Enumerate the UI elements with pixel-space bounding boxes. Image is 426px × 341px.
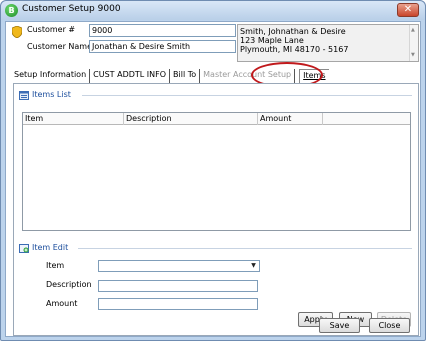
shield-icon (12, 26, 22, 38)
list-icon (19, 91, 29, 100)
tab-bar: Setup Information CUST ADDTL INFO Bill T… (11, 69, 329, 83)
description-field[interactable] (98, 280, 258, 292)
address-line: 123 Maple Lane (240, 36, 304, 45)
chevron-down-icon[interactable]: ▼ (249, 261, 258, 270)
items-tab-panel: Items List Item Description Amount Item … (13, 83, 419, 336)
tab-items[interactable]: Items (299, 69, 329, 83)
items-grid-header: Item Description Amount (23, 113, 410, 125)
item-label: Item (46, 261, 65, 270)
items-list-heading: Items List (32, 90, 71, 99)
window-close-button[interactable]: ✕ (397, 3, 419, 17)
tab-setup-information[interactable]: Setup Information (11, 69, 91, 83)
scroll-up-icon[interactable]: ▲ (411, 26, 415, 35)
tab-master-account-setup: Master Account Setup (200, 69, 296, 83)
customer-number-field[interactable]: 9000 (89, 24, 236, 37)
app-icon: B (5, 4, 18, 17)
customer-name-label: Customer Name (27, 42, 93, 51)
save-button[interactable]: Save (319, 318, 360, 333)
window-title: Customer Setup 9000 (22, 4, 121, 14)
window-client-area: Customer # 9000 Customer Name Jonathan &… (5, 21, 421, 337)
item-edit-heading: Item Edit (32, 243, 69, 252)
customer-address-box[interactable]: Smith, Johnathan & Desire 123 Maple Lane… (237, 24, 419, 62)
customer-setup-window: B Customer Setup 9000 ✕ Customer # 9000 … (0, 0, 426, 341)
description-label: Description (46, 280, 92, 289)
title-bar[interactable]: B Customer Setup 9000 ✕ (1, 1, 425, 20)
section-divider (78, 248, 412, 249)
tab-cust-addtl-info[interactable]: CUST ADDTL INFO (90, 69, 171, 83)
items-grid[interactable]: Item Description Amount (22, 112, 411, 231)
customer-name-field[interactable]: Jonathan & Desire Smith (89, 40, 236, 53)
item-combo[interactable] (98, 260, 260, 272)
tab-bill-to[interactable]: Bill To (170, 69, 201, 83)
amount-field[interactable] (98, 298, 258, 310)
address-line: Smith, Johnathan & Desire (240, 27, 346, 36)
column-header-description[interactable]: Description (124, 113, 258, 125)
column-header-item[interactable]: Item (23, 113, 124, 125)
column-header-blank (323, 113, 410, 125)
address-line: Plymouth, MI 48170 - 5167 (240, 45, 349, 54)
address-scrollbar[interactable]: ▲ ▼ (409, 25, 418, 61)
section-divider (82, 95, 412, 96)
close-button[interactable]: Close (369, 318, 410, 333)
scroll-down-icon[interactable]: ▼ (411, 51, 415, 60)
customer-number-label: Customer # (27, 25, 76, 34)
add-item-icon (19, 244, 29, 253)
column-header-amount[interactable]: Amount (258, 113, 323, 125)
amount-label: Amount (46, 299, 78, 308)
